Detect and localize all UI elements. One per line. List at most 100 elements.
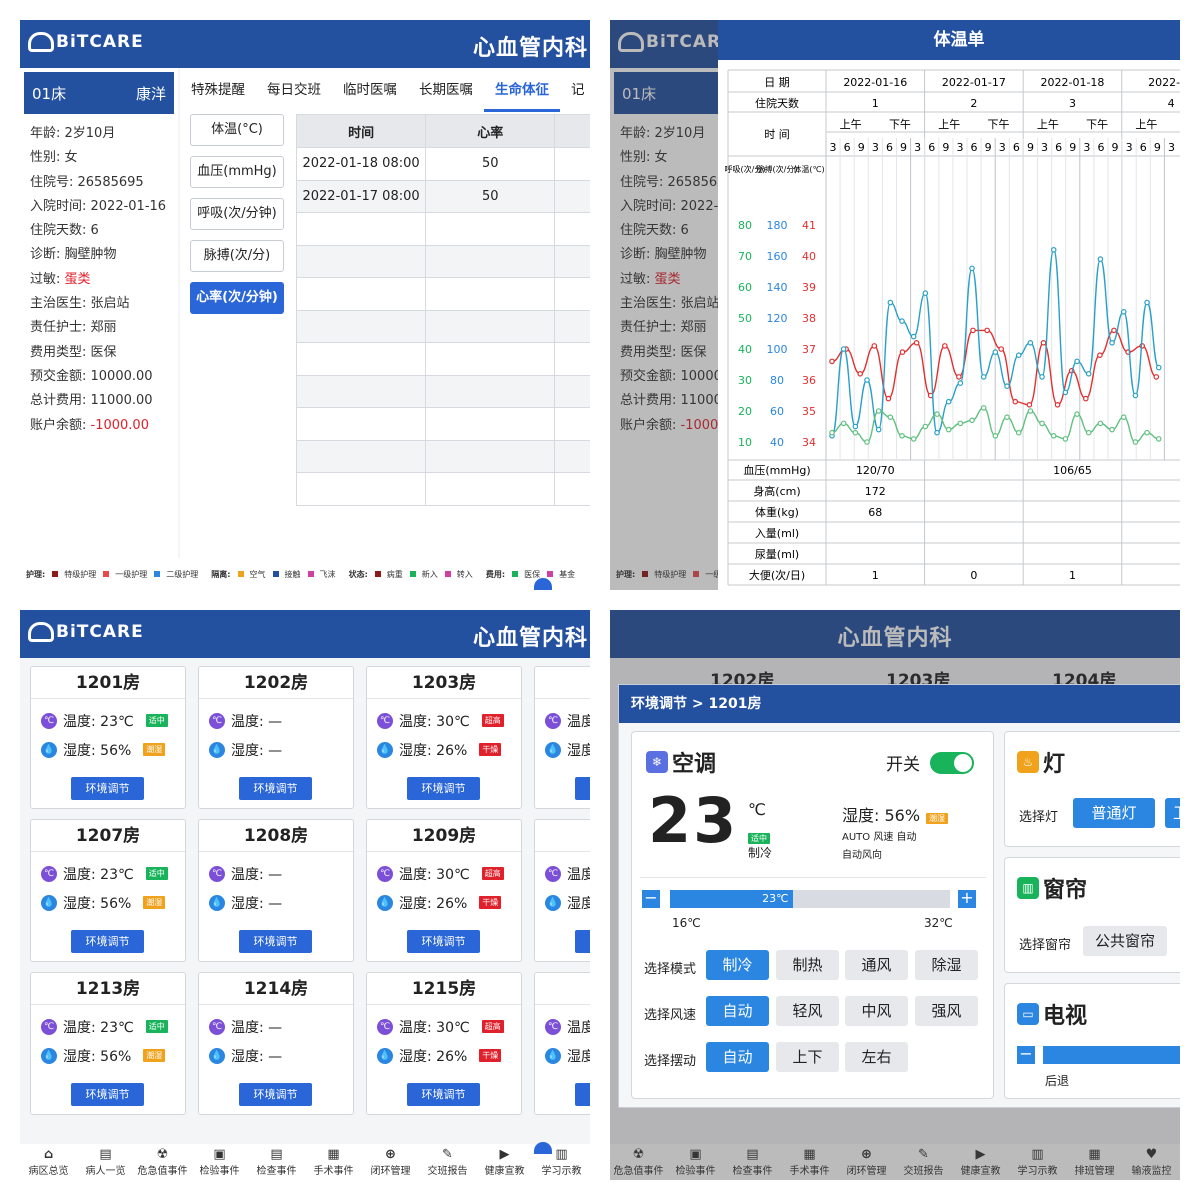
temp-tick: 36 <box>802 374 816 387</box>
humidity-icon: 💧 <box>377 894 393 911</box>
nav-item[interactable]: ▶ 健康宣教 <box>476 1147 533 1177</box>
data-point <box>992 349 999 355</box>
info-nurse: 责任护士: 郑丽 <box>30 320 117 336</box>
chevron-up-icon[interactable] <box>534 578 552 590</box>
room-temperature: 温度 <box>567 866 590 883</box>
swing-status: 自动风向 <box>842 850 882 861</box>
power-toggle[interactable] <box>930 752 974 774</box>
bed-bar[interactable]: 01床 康洋 <box>24 72 174 114</box>
nav-icon: ✎ <box>442 1147 453 1162</box>
nav-icon: ▥ <box>555 1147 568 1162</box>
room-humidity: 湿度 <box>567 742 590 759</box>
date-label: 2022-01-16 <box>843 76 907 89</box>
nav-item[interactable]: ⊕ 闭环管理 <box>362 1147 419 1177</box>
status-badge: 潮湿 <box>143 1049 166 1062</box>
env-adjust-button[interactable] <box>575 930 590 953</box>
vital-resp-button[interactable]: 呼吸(次/分钟) <box>190 198 284 230</box>
mode-vent-button[interactable]: 通风 <box>845 950 908 980</box>
mode-dry-button[interactable]: 除湿 <box>915 950 978 980</box>
curtain-public-button[interactable]: 公共窗帘 <box>1083 926 1167 956</box>
hour-tick: 3 <box>1126 141 1133 154</box>
header: BiTCARE 心血管内科 <box>20 610 590 658</box>
nav-item[interactable]: ▤ 检查事件 <box>248 1147 305 1177</box>
fan-light-button[interactable]: 轻风 <box>776 996 839 1026</box>
temp-slider[interactable]: 23℃ <box>670 890 950 908</box>
nav-label: 检验事件 <box>199 1166 240 1177</box>
swing-auto-button[interactable]: 自动 <box>706 1042 769 1072</box>
swing-horizontal-button[interactable]: 左右 <box>845 1042 908 1072</box>
nav-item[interactable]: ▤ 病人一览 <box>77 1147 134 1177</box>
tv-slider[interactable] <box>1043 1046 1180 1064</box>
vital-bp-button[interactable]: 血压(mmHg) <box>190 156 284 188</box>
env-adjust-button[interactable]: 环境调节 <box>71 777 144 800</box>
env-adjust-button[interactable]: 环境调节 <box>239 930 312 953</box>
thermometer-icon: ℃ <box>377 712 393 729</box>
bottom-row-value: 0 <box>970 569 977 582</box>
nav-label: 病区总览 <box>28 1166 69 1177</box>
nav-item[interactable]: ☢ 危急值事件 <box>134 1147 191 1177</box>
room-card: 1203房 ℃ 温度: 30℃ 超高 💧 湿度: 26% 干燥 环境调节 <box>366 666 522 809</box>
temp-decrease-button[interactable]: − <box>642 890 660 908</box>
env-adjust-button[interactable]: 环境调节 <box>71 930 144 953</box>
tv-minus-button[interactable]: − <box>1017 1046 1035 1064</box>
fan-strong-button[interactable]: 强风 <box>915 996 978 1026</box>
env-adjust-button[interactable]: 环境调节 <box>239 777 312 800</box>
data-point <box>1085 429 1092 436</box>
tab-special-reminder[interactable]: 特殊提醒 <box>180 68 256 112</box>
data-point <box>1097 352 1103 359</box>
room-temperature: 温度: 23℃ <box>63 1019 134 1036</box>
tab-temp-orders[interactable]: 临时医嘱 <box>332 68 408 112</box>
env-adjust-button[interactable] <box>575 1083 590 1106</box>
light-second-button[interactable]: 卫 <box>1165 798 1180 828</box>
nav-icon: ▣ <box>213 1147 226 1162</box>
resp-tick: 20 <box>738 405 752 418</box>
data-point <box>992 432 999 439</box>
bottom-nav: ⌂ 病区总览 ▤ 病人一览 ☢ 危急值事件 ▣ 检验事件 ▤ 检查事件 ▦ 手术事件 ⊕ 闭环管理 ✎ 交班报… <box>20 1144 590 1180</box>
hour-tick: 9 <box>942 141 949 154</box>
resp-tick: 10 <box>738 436 752 449</box>
data-point <box>1097 256 1104 262</box>
room-card: 1215房 ℃ 温度: 30℃ 超高 💧 湿度: 26% 干燥 环境调节 <box>366 972 522 1115</box>
env-adjust-button[interactable]: 环境调节 <box>407 1083 480 1106</box>
nav-item[interactable]: ⌂ 病区总览 <box>20 1147 77 1177</box>
mode-heat-button[interactable]: 制热 <box>776 950 839 980</box>
room-temperature: 温度: — <box>231 866 283 883</box>
table-row: 2022-01-17 08:00 50 <box>297 179 590 212</box>
vital-pulse-button[interactable]: 脉搏(次/分) <box>190 240 284 272</box>
fan-auto-button[interactable]: 自动 <box>706 996 769 1026</box>
env-adjust-button[interactable]: 环境调节 <box>407 930 480 953</box>
data-point <box>1155 436 1162 442</box>
data-point <box>1074 358 1080 365</box>
bottom-row-label: 尿量(ml) <box>755 548 799 561</box>
temp-increase-button[interactable]: + <box>958 890 976 908</box>
data-point <box>899 318 905 324</box>
fan-medium-button[interactable]: 中风 <box>845 996 908 1026</box>
mode-cool-button[interactable]: 制冷 <box>706 950 769 980</box>
tab-vital-signs[interactable]: 生命体征 <box>484 68 560 112</box>
humidity-icon: 💧 <box>209 741 225 758</box>
temp-tick: 34 <box>802 436 816 449</box>
swing-vertical-button[interactable]: 上下 <box>776 1042 839 1072</box>
tab-records[interactable]: 记 <box>560 68 590 112</box>
vital-temp-button[interactable]: 体温(°C) <box>190 114 284 146</box>
tab-long-orders[interactable]: 长期医嘱 <box>408 68 484 112</box>
nav-item[interactable]: ▦ 手术事件 <box>305 1147 362 1177</box>
nav-item[interactable]: ✎ 交班报告 <box>419 1147 476 1177</box>
vital-heart-rate-button[interactable]: 心率(次/分钟) <box>190 282 284 314</box>
room-grid: 1201房 ℃ 温度: 23℃ 适中 💧 湿度: 56% 潮湿 环境调节 1202房 ℃ 温… <box>30 666 590 1126</box>
env-adjust-button[interactable]: 环境调节 <box>71 1083 144 1106</box>
nav-item[interactable]: ▣ 检验事件 <box>191 1147 248 1177</box>
patient-info: 年龄: 2岁10月 性别: 女 住院号: 26585695 入院时间: 2022… <box>20 114 178 446</box>
table-header: 时间 心率 <box>297 115 590 147</box>
status-badge: 超高 <box>481 714 504 727</box>
pulse-tick: 100 <box>767 343 788 356</box>
hour-tick: 6 <box>1055 141 1062 154</box>
env-adjust-button[interactable]: 环境调节 <box>407 777 480 800</box>
env-adjust-button[interactable] <box>575 777 590 800</box>
data-point <box>969 265 975 272</box>
room-temperature: 温度: 30℃ <box>399 713 470 730</box>
chevron-down-icon[interactable] <box>534 1142 552 1154</box>
light-normal-button[interactable]: 普通灯 <box>1073 798 1155 828</box>
env-adjust-button[interactable]: 环境调节 <box>239 1083 312 1106</box>
tab-daily-handover[interactable]: 每日交班 <box>256 68 332 112</box>
